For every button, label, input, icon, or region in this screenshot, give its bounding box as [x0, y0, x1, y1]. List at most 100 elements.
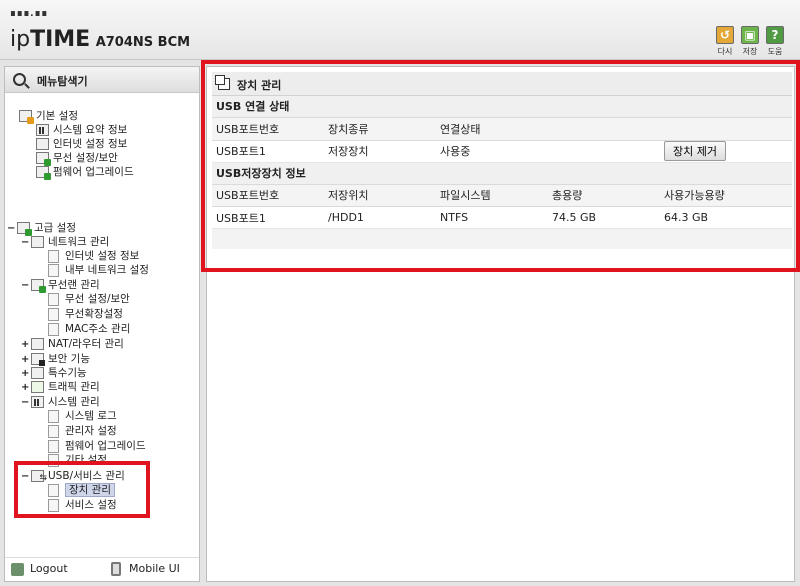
tree-item-wireless-extend[interactable]: 무선확장설정: [48, 307, 123, 321]
tree-item-service-setup[interactable]: 서비스 설정: [48, 498, 117, 512]
logo: ipTIME A704NS BCM: [10, 27, 190, 52]
cell-action: 장치 제거: [660, 140, 792, 162]
page-icon: [48, 498, 59, 512]
page-icon: [48, 483, 59, 497]
tree-network[interactable]: − 네트워크 관리: [21, 235, 109, 249]
upgrade-icon: [36, 166, 51, 180]
device-icon: [215, 75, 230, 90]
logo-dots: ∎∎∎.∎∎: [10, 9, 49, 19]
expand-toggle-icon[interactable]: +: [21, 367, 31, 381]
help-button[interactable]: ? 도움: [763, 26, 787, 57]
cell-filesystem: NTFS: [440, 211, 469, 224]
system-icon: [31, 396, 44, 408]
table-row: USB포트1 저장장치 사용중 장치 제거: [212, 140, 792, 162]
usb-storage-table: USB포트번호 저장위치 파일시스템 총용량 사용가능용량 USB포트1 /HD…: [212, 184, 792, 230]
help-label: 도움: [767, 47, 783, 56]
content-pane: 장치 관리 USB 연결 상태 USB포트번호 장치종류 연결상태 USB포트1…: [206, 66, 795, 582]
save-icon: ▣: [741, 26, 759, 44]
menu-explorer: 메뉴탐색기 기본 설정 시스템 요약 정보 인터넷 설정 정보 무선 설정/보안…: [4, 66, 200, 582]
logo-brand-ip: ip: [10, 27, 31, 52]
tree-item-admin-setup[interactable]: 관리자 설정: [48, 424, 117, 438]
page-icon: [48, 307, 59, 321]
tree-item-internet-info[interactable]: 인터넷 설정 정보: [36, 137, 127, 151]
header-bar: ∎∎∎.∎∎ ipTIME A704NS BCM ↺ 다시 ▣ 저장 ? 도움: [0, 0, 800, 60]
tree-security[interactable]: + 보안 기능: [21, 352, 90, 366]
router-icon: [31, 338, 44, 350]
traffic-chart-icon: [31, 381, 44, 393]
cell-port: USB포트1: [216, 145, 266, 158]
folder-icon: [17, 222, 32, 236]
tree-item-lan-setup[interactable]: 내부 네트워크 설정: [48, 263, 149, 277]
help-icon: ?: [766, 26, 784, 44]
collapse-toggle-icon[interactable]: −: [21, 279, 31, 293]
page-icon: [48, 424, 59, 438]
tree-traffic[interactable]: + 트래픽 관리: [21, 380, 100, 394]
tree-system[interactable]: − 시스템 관리: [21, 395, 100, 409]
tree-item-mac-manage[interactable]: MAC주소 관리: [48, 322, 130, 336]
collapse-toggle-icon[interactable]: −: [7, 222, 17, 236]
device-manage-panel: 장치 관리 USB 연결 상태 USB포트번호 장치종류 연결상태 USB포트1…: [212, 72, 792, 249]
tree-item-wireless-setup[interactable]: 무선 설정/보안: [48, 292, 130, 306]
network-icon: [31, 236, 44, 248]
cell-port: USB포트1: [216, 211, 266, 225]
refresh-icon: ↺: [716, 26, 734, 44]
selected-menu-label: 장치 관리: [65, 483, 115, 497]
usb-storage-heading: USB저장장치 정보: [212, 162, 792, 185]
tree-usb-service[interactable]: −USB/서비스 관리: [21, 469, 125, 485]
tree-nat-router[interactable]: + NAT/라우터 관리: [21, 337, 124, 351]
page-icon: [48, 292, 59, 306]
cell-location: /HDD1: [328, 211, 364, 224]
refresh-label: 다시: [717, 47, 733, 56]
expand-toggle-icon[interactable]: +: [21, 338, 31, 352]
col-header: 총용량: [552, 189, 583, 203]
collapse-toggle-icon[interactable]: −: [21, 470, 31, 484]
tree-item-etc-setup[interactable]: 기타 설정: [48, 453, 107, 467]
search-icon: [13, 73, 26, 86]
tree-item-system-log[interactable]: 시스템 로그: [48, 409, 117, 423]
page-icon: [48, 263, 59, 277]
tree-advanced-settings[interactable]: − 고급 설정: [7, 221, 76, 236]
col-header: 연결상태: [440, 122, 481, 136]
tree-item-wireless-security[interactable]: 무선 설정/보안: [36, 151, 118, 166]
tree-item-system-summary[interactable]: 시스템 요약 정보: [36, 123, 127, 137]
save-label: 저장: [742, 47, 758, 56]
tree-item-firmware-upgrade[interactable]: 펌웨어 업그레이드: [36, 165, 134, 180]
logo-brand-time: TIME: [30, 27, 91, 52]
tree-basic-settings[interactable]: 기본 설정: [19, 109, 78, 124]
mobile-ui-button[interactable]: Mobile UI: [111, 562, 180, 576]
menu-explorer-title: 메뉴탐색기: [37, 75, 88, 88]
menu-footer: Logout Mobile UI: [5, 557, 199, 581]
logout-button[interactable]: Logout: [11, 562, 68, 576]
tree-special[interactable]: + 특수기능: [21, 366, 87, 380]
lock-icon: [31, 353, 45, 366]
col-header: 파일시스템: [440, 189, 491, 203]
usb-connection-heading: USB 연결 상태: [212, 96, 792, 118]
col-header-empty: [660, 118, 792, 140]
usb-connection-table: USB포트번호 장치종류 연결상태 USB포트1 저장장치 사용중 장치 제거: [212, 118, 792, 163]
refresh-button[interactable]: ↺ 다시: [713, 26, 737, 57]
collapse-toggle-icon[interactable]: −: [21, 396, 31, 410]
usb-icon: [31, 470, 47, 485]
cell-total-size: 74.5 GB: [552, 211, 597, 224]
tree-item-device-manage[interactable]: 장치 관리: [48, 483, 115, 497]
page-icon: [48, 439, 59, 453]
save-button[interactable]: ▣ 저장: [738, 26, 762, 57]
mobile-icon: [111, 562, 121, 576]
menu-explorer-header: 메뉴탐색기: [5, 67, 199, 93]
col-header: USB포트번호: [216, 122, 280, 136]
chart-icon: [36, 124, 49, 136]
cell-type: 저장장치: [328, 145, 369, 158]
collapse-toggle-icon[interactable]: −: [21, 236, 31, 250]
tree-wireless[interactable]: − 무선랜 관리: [21, 278, 100, 293]
tree-item-firmware[interactable]: 펌웨어 업그레이드: [48, 439, 146, 453]
cell-free-size: 64.3 GB: [664, 211, 709, 224]
cell-status: 사용중: [440, 145, 471, 158]
expand-toggle-icon[interactable]: +: [21, 381, 31, 395]
remove-device-button[interactable]: 장치 제거: [664, 141, 726, 161]
col-header: 사용가능용량: [664, 189, 725, 203]
special-icon: [31, 367, 44, 379]
col-header: 장치종류: [328, 122, 369, 136]
wireless-icon: [36, 152, 51, 166]
tree-item-internet-setup[interactable]: 인터넷 설정 정보: [48, 249, 139, 263]
expand-toggle-icon[interactable]: +: [21, 353, 31, 367]
